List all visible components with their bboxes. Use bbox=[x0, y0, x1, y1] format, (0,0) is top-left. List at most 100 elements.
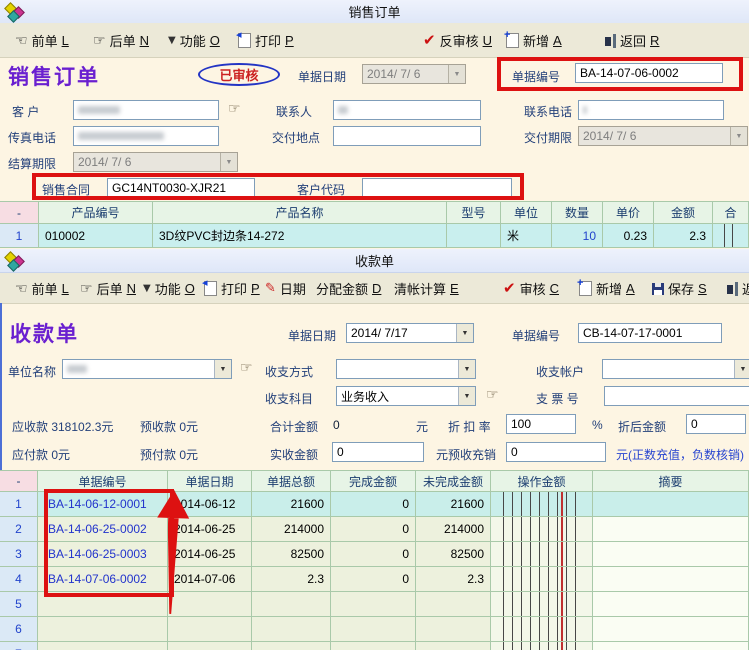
operate-amount-ledger-cell[interactable] bbox=[491, 492, 593, 517]
operate-amount-ledger-cell[interactable] bbox=[491, 592, 593, 617]
operate-amount-ledger-cell[interactable] bbox=[491, 542, 593, 567]
contact-input[interactable] bbox=[333, 100, 481, 120]
pay-account-combo[interactable]: ▼ bbox=[602, 359, 749, 379]
actual-amount-input[interactable]: 0 bbox=[332, 442, 424, 462]
contract-input[interactable]: GC14NT0030-XJR21 bbox=[107, 178, 255, 198]
row-number: 1 bbox=[0, 224, 39, 248]
unit-name-label: 单位名称 bbox=[8, 363, 56, 380]
subject-lookup-hand-icon[interactable]: ☞ bbox=[486, 387, 499, 403]
printer-icon: ◂ bbox=[238, 33, 251, 48]
row-number: 1 bbox=[0, 492, 38, 517]
chevron-down-icon[interactable]: ▼ bbox=[730, 127, 747, 145]
redacted-text bbox=[78, 132, 164, 140]
operate-amount-ledger-cell[interactable] bbox=[491, 567, 593, 592]
toolbar-button-4[interactable]: ◂打印P bbox=[204, 279, 260, 298]
delivery-place-input[interactable] bbox=[333, 126, 481, 146]
operate-amount-ledger-cell[interactable] bbox=[491, 517, 593, 542]
red-check-icon: ✔ bbox=[503, 281, 516, 296]
doc-date-cell: 2014-07-06 bbox=[168, 567, 252, 592]
sales-doc-no-input[interactable]: BA-14-07-06-0002 bbox=[575, 63, 723, 83]
toolbar-button-8[interactable]: ✔审核C bbox=[503, 279, 559, 298]
check-no-input[interactable] bbox=[604, 386, 749, 406]
offset-input[interactable]: 0 bbox=[506, 442, 606, 462]
toolbar-button-3[interactable]: ▼功能O bbox=[168, 31, 220, 50]
sales-doc-date-combo[interactable]: 2014/ 7/ 6▼ bbox=[362, 64, 466, 84]
toolbar-button-10[interactable]: 保存S bbox=[652, 279, 707, 298]
sales-doc-no-label: 单据编号 bbox=[512, 68, 560, 85]
receipt-window-title: 收款单 bbox=[355, 251, 394, 270]
summary-cell[interactable] bbox=[593, 567, 749, 592]
receipt-doc-no-input[interactable]: CB-14-07-17-0001 bbox=[578, 323, 722, 343]
approved-stamp: 已审核 bbox=[198, 63, 280, 86]
redacted-text bbox=[78, 106, 120, 114]
chevron-down-icon[interactable]: ▼ bbox=[448, 65, 465, 83]
toolbar-button-4[interactable]: ◂打印P bbox=[238, 31, 294, 50]
summary-cell[interactable] bbox=[593, 617, 749, 642]
sales-col-header: 数量 bbox=[552, 201, 603, 224]
toolbar-button-6[interactable]: +新增A bbox=[506, 31, 562, 50]
contact-phone-label: 联系电话 bbox=[524, 103, 572, 120]
settle-date-label: 结算期限 bbox=[8, 155, 56, 172]
chevron-down-icon[interactable]: ▼ bbox=[458, 387, 475, 405]
doc-no-link[interactable]: BA-14-06-12-0001 bbox=[38, 492, 168, 517]
discounted-amount-input[interactable]: 0 bbox=[686, 414, 746, 434]
sales-order-window-title: 销售订单 bbox=[348, 2, 400, 21]
customer-code-input[interactable] bbox=[362, 178, 512, 198]
sales-col-header: 产品编号 bbox=[39, 201, 153, 224]
chevron-down-icon[interactable]: ▼ bbox=[734, 360, 749, 378]
toolbar-button-5[interactable]: ✎日期 bbox=[265, 279, 306, 298]
receipt-doc-row: 5 bbox=[0, 592, 749, 617]
chevron-down-icon[interactable]: ▼ bbox=[458, 360, 475, 378]
toolbar-button-7[interactable]: 清帐计算E bbox=[394, 279, 459, 298]
unit-name-combo[interactable]: ▼ bbox=[62, 359, 232, 379]
doc-no-link[interactable]: BA-14-07-06-0002 bbox=[38, 567, 168, 592]
toolbar-button-7[interactable]: 返回R bbox=[603, 31, 659, 50]
discount-rate-input[interactable]: 100 bbox=[506, 414, 576, 434]
delivery-date-combo[interactable]: 2014/ 7/ 6▼ bbox=[578, 126, 748, 146]
toolbar-button-11[interactable]: 返回 bbox=[725, 279, 749, 298]
operate-amount-ledger-cell[interactable] bbox=[491, 642, 593, 650]
pay-method-combo[interactable]: ▼ bbox=[336, 359, 476, 379]
summary-cell[interactable] bbox=[593, 492, 749, 517]
toolbar-button-2[interactable]: ☞后单N bbox=[80, 279, 136, 298]
summary-cell[interactable] bbox=[593, 592, 749, 617]
receipt-col-header: 完成金额 bbox=[331, 470, 416, 492]
customer-lookup-hand-icon[interactable]: ☞ bbox=[228, 101, 241, 117]
settle-date-combo[interactable]: 2014/ 7/ 6▼ bbox=[73, 152, 238, 172]
toolbar-button-3[interactable]: ▼功能O bbox=[143, 279, 195, 298]
summary-cell[interactable] bbox=[593, 542, 749, 567]
receipt-doc-row: 6 bbox=[0, 617, 749, 642]
ledger-cell[interactable] bbox=[713, 224, 749, 248]
toolbar-button-6[interactable]: 分配金额D bbox=[316, 279, 381, 298]
pay-account-label: 收支帐户 bbox=[536, 363, 584, 380]
fax-input[interactable] bbox=[73, 126, 219, 146]
receipt-documents-table: -单据编号单据日期单据总额完成金额未完成金额操作金额摘要1BA-14-06-12… bbox=[0, 470, 749, 650]
operate-amount-ledger-cell[interactable] bbox=[491, 617, 593, 642]
discount-rate-label: 折 扣 率 bbox=[448, 418, 491, 435]
unit-lookup-hand-icon[interactable]: ☞ bbox=[240, 360, 253, 376]
chevron-down-icon[interactable]: ▼ bbox=[456, 324, 473, 342]
doc-no-link[interactable]: BA-14-06-25-0002 bbox=[38, 517, 168, 542]
summary-cell[interactable] bbox=[593, 517, 749, 542]
sales-items-table: -产品编号产品名称型号单位数量单价金额合10100023D纹PVC封边条14-2… bbox=[0, 201, 749, 248]
fax-label: 传真电话 bbox=[8, 129, 56, 146]
chevron-down-icon[interactable]: ▼ bbox=[220, 153, 237, 171]
doc-date-cell bbox=[168, 592, 252, 617]
doc-no-link bbox=[38, 592, 168, 617]
summary-cell[interactable] bbox=[593, 642, 749, 650]
pay-subject-combo[interactable]: 业务收入▼ bbox=[336, 386, 476, 406]
doc-no-link[interactable]: BA-14-06-25-0003 bbox=[38, 542, 168, 567]
percent-mark: % bbox=[592, 418, 603, 432]
toolbar-button-1[interactable]: ☜前单L bbox=[15, 279, 69, 298]
receipt-doc-date-combo[interactable]: 2014/ 7/17▼ bbox=[346, 323, 474, 343]
done-amount-cell bbox=[331, 592, 416, 617]
toolbar-button-9[interactable]: +新增A bbox=[579, 279, 635, 298]
contact-phone-input[interactable] bbox=[578, 100, 724, 120]
toolbar-button-2[interactable]: ☞后单N bbox=[93, 31, 149, 50]
toolbar-button-1[interactable]: ☜前单L bbox=[15, 31, 69, 50]
customer-input[interactable] bbox=[73, 100, 219, 120]
toolbar-button-5[interactable]: ✔反审核U bbox=[423, 31, 492, 50]
chevron-down-icon[interactable]: ▼ bbox=[214, 360, 231, 378]
pay-subject-label: 收支科目 bbox=[265, 390, 313, 407]
unit-cell: 米 bbox=[501, 224, 552, 248]
